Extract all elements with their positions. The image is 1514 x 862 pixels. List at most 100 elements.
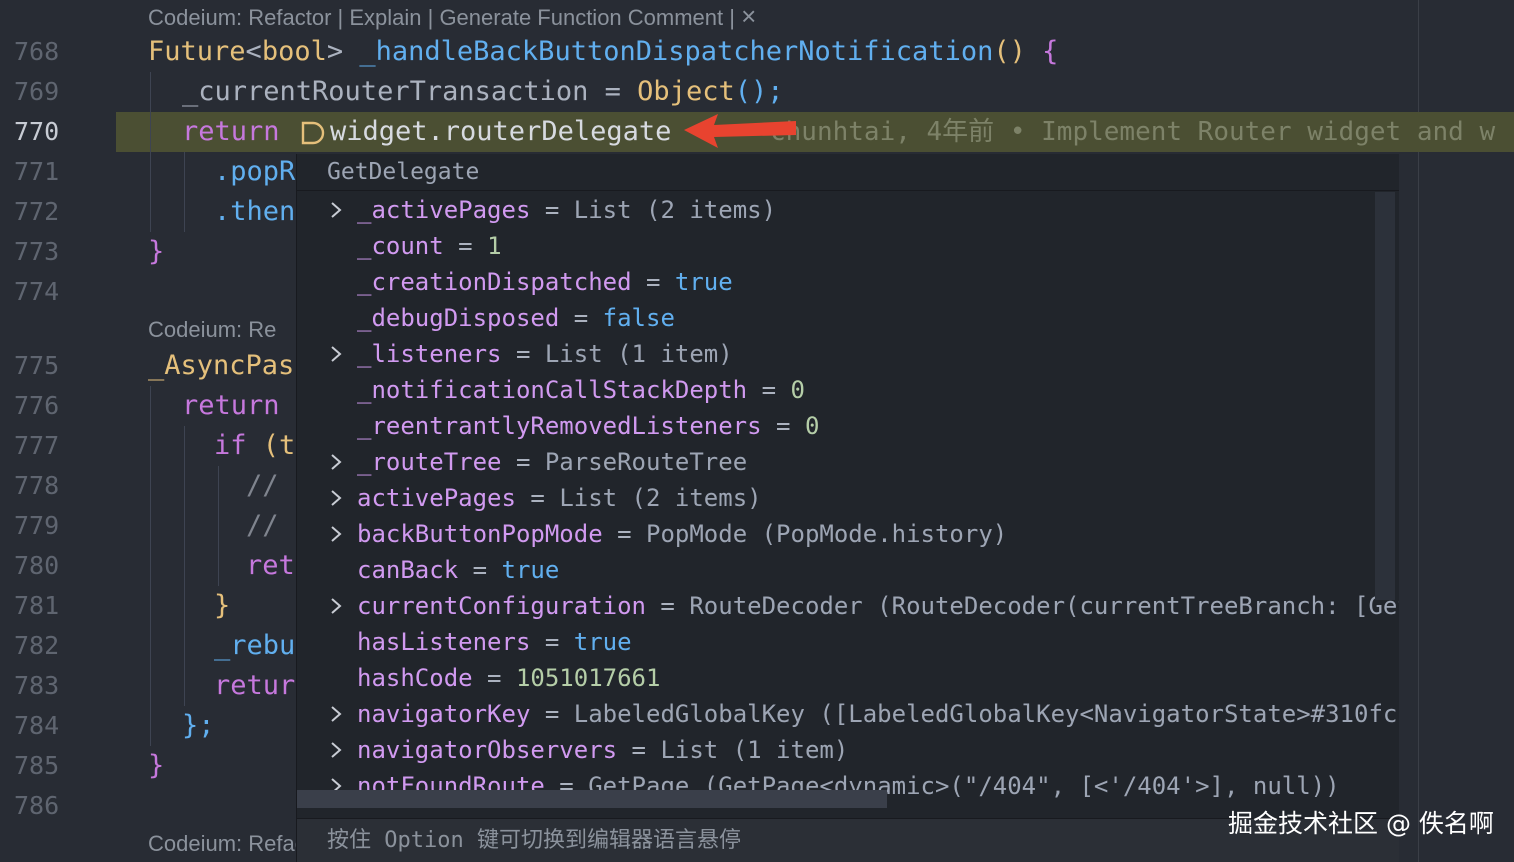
line-number[interactable]: 784 [14,706,74,746]
line-number[interactable]: 781 [14,586,74,626]
variable-row[interactable]: canBack = true [297,552,1399,588]
token-paren: (t [246,430,296,461]
line-number[interactable]: 771 [14,152,74,192]
equals-sign: = [645,592,690,620]
code-editor[interactable]: 768 769 770 771 772 773 774 775 776 777 778 779 780 7… [0,0,1514,862]
variable-row[interactable]: _count = 1 [297,228,1399,264]
horizontal-scrollbar[interactable] [297,790,887,808]
code-line-773[interactable]: } [148,232,164,272]
equals-sign: = [617,736,661,764]
line-number[interactable]: 776 [14,386,74,426]
line-number[interactable]: 768 [14,32,74,72]
line-number[interactable]: 769 [14,72,74,112]
code-line-781[interactable]: } [214,586,230,626]
variable-row[interactable]: hasListeners = true [297,624,1399,660]
code-line-768[interactable]: Future<bool> _handleBackButtonDispatcher… [148,32,1058,72]
line-number[interactable]: 783 [14,666,74,706]
variable-value: true [501,556,560,584]
codelens-top[interactable]: Codeium: Refactor | Explain | Generate F… [148,1,756,33]
line-number[interactable]: 780 [14,546,74,586]
variable-value: true [573,628,632,656]
code-line-769[interactable]: _currentRouterTransaction = Object(); [182,72,784,112]
indent-guide [150,386,151,746]
code-line-771[interactable]: .popR [214,152,295,192]
code-line-780[interactable]: ret [246,546,295,586]
equals-sign: = [761,412,805,440]
code-line-779[interactable]: // [246,506,279,546]
token-punct: (); [734,76,784,107]
variable-key: activePages [357,484,516,512]
equals-sign: = [747,376,791,404]
variable-row[interactable]: _routeTree = ParseRouteTree [297,444,1399,480]
variable-key: _listeners [357,340,502,368]
variable-key: hasListeners [357,628,531,656]
code-line-777[interactable]: if (t [214,426,295,466]
equals-sign: = [530,628,574,656]
variable-row[interactable]: activePages = List (2 items) [297,480,1399,516]
variable-row[interactable]: navigatorObservers = List (1 item) [297,732,1399,768]
code-line-772[interactable]: .then [214,192,295,232]
variable-row[interactable]: navigatorKey = LabeledGlobalKey ([Labele… [297,696,1399,732]
token-operator: = [588,76,638,107]
line-number[interactable]: 782 [14,626,74,666]
variable-row[interactable]: _debugDisposed = false [297,300,1399,336]
equals-sign: = [501,340,545,368]
indent-guide [150,72,151,232]
line-number[interactable]: 774 [14,272,74,312]
line-number[interactable]: 770 [14,112,74,152]
line-number[interactable]: 773 [14,232,74,272]
hover-footer-hint: 按住 Option 键可切换到编辑器语言悬停 [327,828,741,853]
indent-guide [184,426,185,706]
variable-row[interactable]: _notificationCallStackDepth = 0 [297,372,1399,408]
chevron-right-icon[interactable] [327,705,345,723]
line-number[interactable]: 775 [14,346,74,386]
variable-row[interactable]: _creationDispatched = true [297,264,1399,300]
codelens-top-text[interactable]: Codeium: Refactor | Explain | Generate F… [148,5,741,30]
token-class: Object [637,76,735,107]
debug-hover-widget[interactable]: GetDelegate _activePages = List (2 items… [296,154,1399,862]
chevron-right-icon[interactable] [327,741,345,759]
code-line-778[interactable]: // [246,466,279,506]
vertical-scrollbar[interactable] [1375,192,1395,600]
variable-value: List (2 items) [573,196,777,224]
variable-key: _notificationCallStackDepth [357,376,748,404]
variable-value: 0 [790,376,805,404]
chevron-right-icon[interactable] [327,345,345,363]
code-line-783[interactable]: retur [214,666,295,706]
equals-sign: = [631,268,675,296]
variable-row[interactable]: hashCode = 1051017661 [297,660,1399,696]
code-line-784[interactable]: }; [182,706,215,746]
chevron-right-icon[interactable] [327,453,345,471]
code-line-782[interactable]: _rebu [214,626,295,666]
variable-row[interactable]: _activePages = List (2 items) [297,192,1399,228]
code-line-775[interactable]: _AsyncPas [148,346,294,386]
line-number[interactable]: 786 [14,786,74,826]
variable-key: backButtonPopMode [357,520,603,548]
equals-sign: = [501,448,545,476]
variable-row[interactable]: currentConfiguration = RouteDecoder (Rou… [297,588,1399,624]
codelens-close-icon[interactable]: × [741,1,756,31]
line-number[interactable]: 778 [14,466,74,506]
variable-row[interactable]: backButtonPopMode = PopMode (PopMode.his… [297,516,1399,552]
variable-row[interactable]: _reentrantlyRemovedListeners = 0 [297,408,1399,444]
variable-row[interactable]: _listeners = List (1 item) [297,336,1399,372]
chevron-right-icon[interactable] [327,489,345,507]
variable-key: _routeTree [357,448,502,476]
line-number[interactable]: 772 [14,192,74,232]
code-line-776[interactable]: return [182,386,280,426]
variable-value: 1 [487,232,502,260]
chevron-right-icon[interactable] [327,201,345,219]
variable-value: List (1 item) [660,736,849,764]
hover-header: GetDelegate [297,154,1399,191]
chevron-right-icon[interactable] [327,525,345,543]
code-line-785[interactable]: } [148,746,164,786]
token-punct: < [245,36,262,67]
codelens-mid[interactable]: Codeium: Re [148,315,276,345]
line-number[interactable]: 779 [14,506,74,546]
line-number[interactable]: 777 [14,426,74,466]
equals-sign: = [472,664,516,692]
line-number[interactable]: 785 [14,746,74,786]
code-line-770[interactable]: return [182,112,280,152]
chevron-right-icon[interactable] [327,597,345,615]
token-expression[interactable]: widget.routerDelegate [330,112,671,152]
